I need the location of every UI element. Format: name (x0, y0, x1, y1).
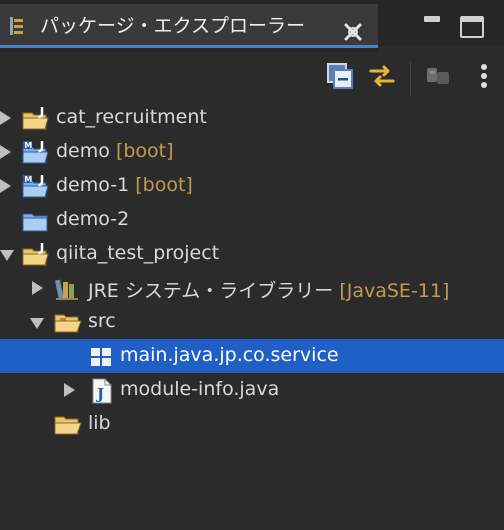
tab-title: パッケージ・エクスプローラー (40, 15, 306, 37)
package-icon (91, 348, 111, 366)
expand-arrow-icon[interactable] (0, 179, 11, 193)
tree-item-label: lib (88, 412, 111, 434)
toolbar-separator (410, 62, 411, 96)
tree-item-module-info[interactable]: J module-info.java (0, 373, 504, 407)
tree-item-label: qiita_test_project (56, 242, 220, 264)
link-with-editor-icon[interactable] (368, 62, 396, 90)
tree-item-label: demo-2 (56, 208, 130, 230)
tree-item-label: JRE システム・ライブラリー [JavaSE-11] (88, 280, 450, 302)
collapse-all-icon[interactable] (326, 62, 354, 90)
tree-item-demo-1[interactable]: M demo-1 [boot] (0, 169, 504, 203)
package-explorer-icon (10, 17, 23, 35)
view-tab-bar: パッケージ・エクスプローラー (0, 0, 504, 52)
package-explorer-tab[interactable]: パッケージ・エクスプローラー (0, 4, 378, 48)
tree-item-label: demo [boot] (56, 140, 174, 162)
tree-item-jre-system-library[interactable]: JRE システム・ライブラリー [JavaSE-11] (0, 271, 504, 305)
java-file-icon: J (92, 378, 112, 404)
collapse-arrow-icon[interactable] (0, 250, 14, 261)
filter-icon[interactable] (424, 62, 452, 90)
tree-item-cat-recruitment[interactable]: cat_recruitment (0, 101, 504, 135)
tree-item-qiita-test-project[interactable]: qiita_test_project (0, 237, 504, 271)
folder-icon (54, 416, 82, 435)
maven-project-icon: M (22, 175, 49, 198)
project-folder-icon (22, 243, 49, 266)
collapse-arrow-icon[interactable] (30, 318, 44, 329)
tree-item-label: cat_recruitment (56, 106, 207, 128)
expand-arrow-icon[interactable] (32, 281, 43, 295)
view-menu-icon[interactable] (470, 62, 498, 90)
tree-item-demo-2[interactable]: demo-2 (0, 203, 504, 237)
expand-arrow-icon[interactable] (0, 145, 11, 159)
tree-item-lib[interactable]: lib (0, 407, 504, 441)
tree-item-demo[interactable]: M demo [boot] (0, 135, 504, 169)
boot-decoration: [boot] (115, 140, 174, 162)
source-folder-icon (54, 314, 82, 333)
minimize-icon[interactable] (424, 16, 440, 22)
tree-item-label: demo-1 [boot] (56, 174, 193, 196)
project-tree[interactable]: cat_recruitment M demo [boot] M demo-1 [… (0, 96, 504, 530)
expand-arrow-icon[interactable] (0, 111, 11, 125)
library-icon (54, 279, 78, 300)
maven-project-icon: M (22, 141, 49, 164)
tree-item-label: main.java.jp.co.service (120, 344, 339, 366)
tree-item-label: src (88, 310, 116, 332)
svg-text:M: M (24, 175, 32, 184)
close-icon[interactable] (342, 21, 364, 43)
expand-arrow-icon[interactable] (64, 383, 75, 397)
folder-icon (22, 213, 48, 232)
project-folder-icon (22, 107, 49, 130)
view-toolbar (0, 52, 504, 96)
tree-item-label: module-info.java (120, 378, 280, 400)
svg-text:J: J (95, 385, 104, 403)
jre-version-decoration: [JavaSE-11] (339, 280, 450, 302)
tree-item-package-service[interactable]: main.java.jp.co.service (0, 339, 504, 373)
maximize-icon[interactable] (460, 16, 484, 38)
boot-decoration: [boot] (135, 174, 193, 196)
svg-text:M: M (24, 141, 32, 150)
tree-item-src[interactable]: src (0, 305, 504, 339)
